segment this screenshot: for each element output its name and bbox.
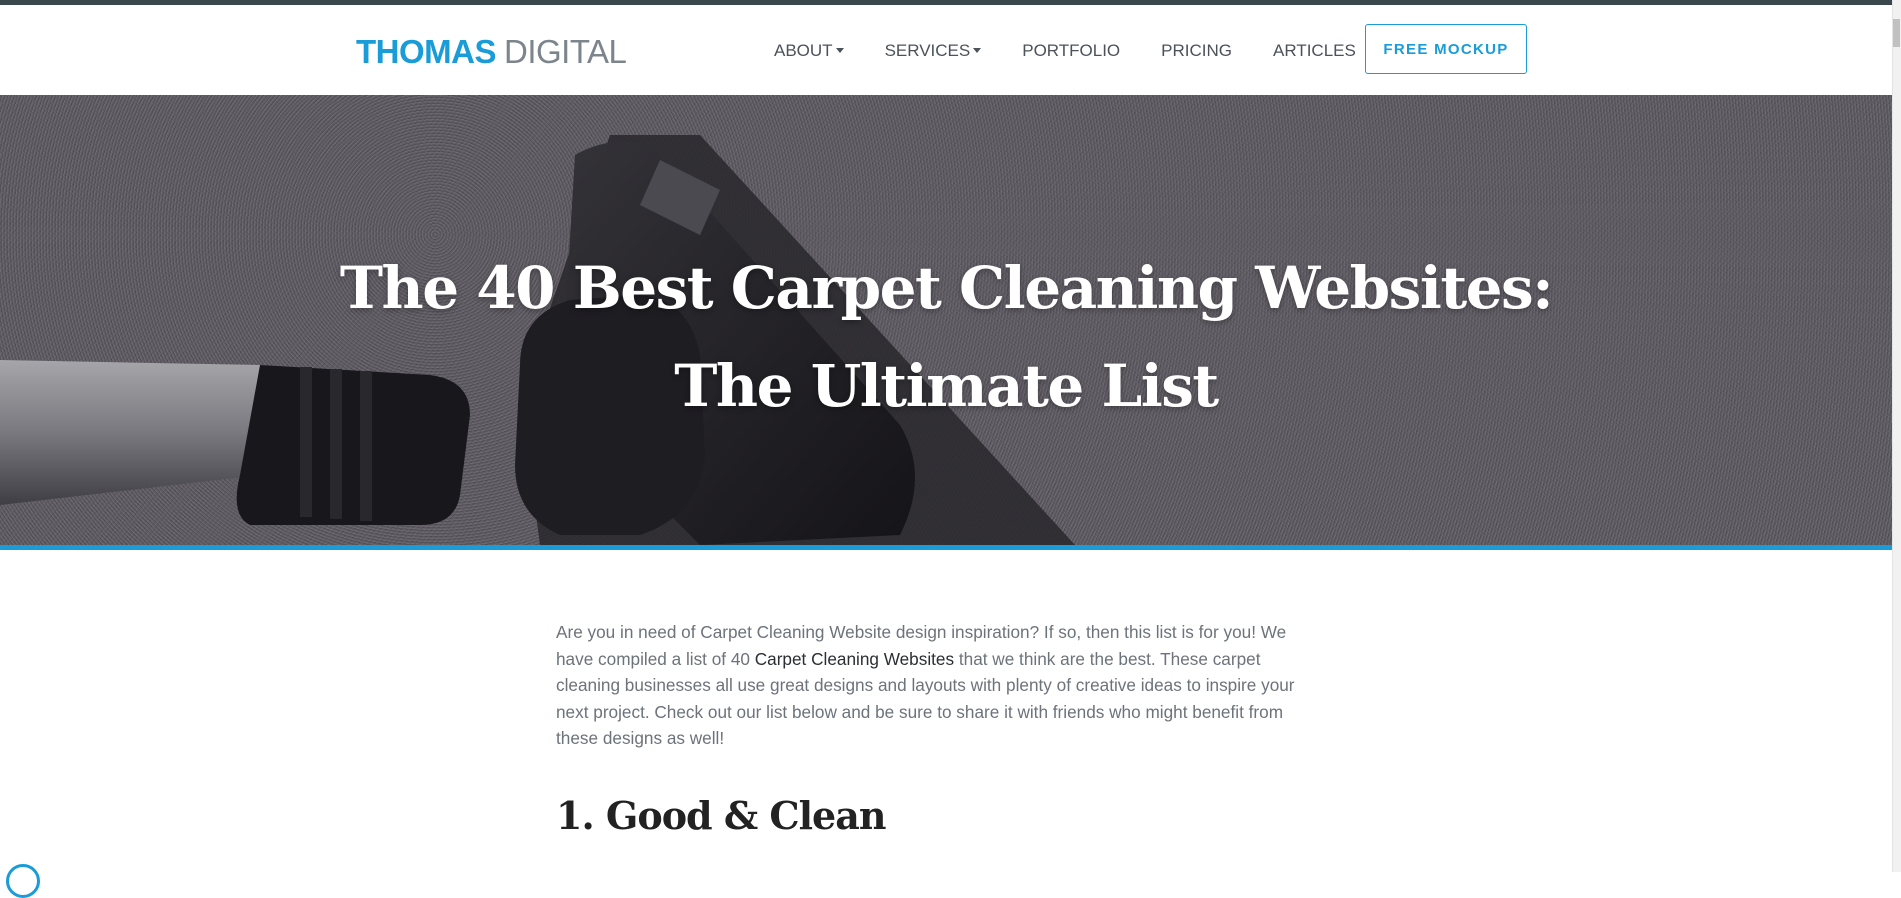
caret-down-icon <box>835 47 844 53</box>
page-scrollbar[interactable] <box>1892 0 1901 872</box>
logo-text-bold: THOMAS <box>356 33 497 70</box>
scrollbar-thumb[interactable] <box>1893 19 1900 47</box>
site-header: THOMAS DIGITAL ABOUT SERVICES PORTFOLIO P… <box>0 5 1892 95</box>
nav-item-services[interactable]: SERVICES <box>885 41 982 61</box>
title-line-1: The 40 Best Carpet Cleaning Websites: <box>339 253 1554 322</box>
nav-item-label: PRICING <box>1161 41 1233 60</box>
nav-item-pricing[interactable]: PRICING <box>1161 41 1232 61</box>
nav-item-label: ARTICLES <box>1273 41 1356 60</box>
section-heading: 1. Good & Clean <box>556 793 886 838</box>
article-body: Are you in need of Carpet Cleaning Websi… <box>556 619 1326 838</box>
intro-paragraph: Are you in need of Carpet Cleaning Websi… <box>556 619 1326 752</box>
page-title: The 40 Best Carpet Cleaning Websites: Th… <box>0 239 1892 435</box>
site-logo[interactable]: THOMAS DIGITAL <box>356 33 627 71</box>
nav-item-portfolio[interactable]: PORTFOLIO <box>1022 41 1120 61</box>
main-navigation: ABOUT SERVICES PORTFOLIO PRICING ARTICLE… <box>774 41 1397 61</box>
intro-highlight: Carpet Cleaning Websites <box>754 648 955 669</box>
nav-item-label: PORTFOLIO <box>1022 41 1121 60</box>
caret-down-icon <box>973 47 982 53</box>
nav-item-articles[interactable]: ARTICLES <box>1273 41 1356 61</box>
hero-accent-bar <box>0 545 1892 550</box>
title-line-2: The Ultimate List <box>674 351 1219 420</box>
nav-item-label: SERVICES <box>884 41 971 60</box>
hero-banner: The 40 Best Carpet Cleaning Websites: Th… <box>0 95 1892 545</box>
logo-text-light: DIGITAL <box>504 33 627 70</box>
nav-item-label: ABOUT <box>774 41 833 60</box>
chat-icon[interactable] <box>6 864 40 898</box>
nav-item-about[interactable]: ABOUT <box>774 41 844 61</box>
free-mockup-button[interactable]: FREE MOCKUP <box>1365 24 1527 74</box>
